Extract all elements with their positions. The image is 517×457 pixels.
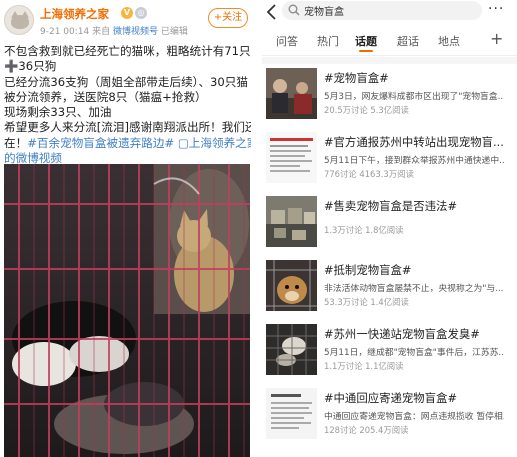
topic-desc: 5月3日，网友爆料成都市区出现了"宠物盲盒... [324, 92, 504, 102]
topic-desc: 5月11日下午，接到群众举报苏州中通快递中... [324, 156, 504, 166]
thumb-dog-image [266, 260, 317, 311]
author-name[interactable]: 上海领养之家 [40, 6, 109, 22]
topic-item[interactable]: #售卖宠物盲盒是否违法# 1.3万讨论 1.8亿阅读 [262, 192, 517, 256]
thumb-cages-image [266, 196, 317, 247]
verified-badge-icon: V [121, 7, 133, 19]
topic-thumbnail [266, 260, 317, 311]
more-options-icon[interactable]: ··· [488, 2, 504, 16]
topic-stats: 1.3万讨论 1.8亿阅读 [324, 225, 404, 235]
topic-title: #售卖宠物盲盒是否违法# [324, 199, 457, 213]
search-query: 宠物盲盒 [304, 7, 344, 18]
avatar-cat-face [11, 15, 29, 29]
hashtag-link[interactable]: #百余宠物盲盒被遗弃路边# [27, 136, 174, 150]
topic-stats: 128讨论 205.4万阅读 [324, 425, 409, 435]
tab-qa[interactable]: 问答 [276, 33, 298, 49]
topic-stats: 20.5万讨论 5.3亿阅读 [324, 105, 409, 115]
topic-thumbnail [266, 324, 317, 375]
medal-badge-icon: ◎ [135, 7, 147, 19]
divider [262, 57, 517, 64]
search-input[interactable]: 宠物盲盒 [282, 1, 482, 20]
post-video-thumbnail[interactable] [4, 164, 250, 457]
post-text-line: 不包含救到就已经死亡的猫咪，粗略统计有71只猫 [4, 44, 251, 58]
post-time: 9-21 00:14 [40, 27, 90, 37]
thumb-notice-image [266, 388, 317, 439]
topic-title: #抵制宠物盲盒# [324, 263, 412, 277]
topic-desc: 中通回应寄递宠物盲盒：网点违规揽收 暂停相... [324, 412, 504, 422]
thumb-crate-image [266, 324, 317, 375]
topic-thumbnail [266, 132, 317, 183]
follow-button[interactable]: +关注 [208, 8, 248, 28]
topic-title: #宠物盲盒# [324, 71, 389, 85]
back-arrow-icon[interactable] [264, 3, 280, 21]
post-source-prefix: 来自 [92, 27, 111, 37]
topic-desc: 5月11日，继成都"宠物盲盒"事件后，江苏苏... [324, 348, 504, 358]
post-body: 不包含救到就已经死亡的猫咪，粗略统计有71只猫 ➕36只狗 已经分流36支狗（周… [4, 44, 251, 166]
topic-thumbnail [266, 196, 317, 247]
topic-stats: 1.1万讨论 1.1亿阅读 [324, 361, 404, 371]
add-tab-icon[interactable]: + [490, 29, 503, 48]
tab-topics[interactable]: 话题 [355, 33, 377, 49]
thumb-people-image [266, 68, 317, 119]
topic-item[interactable]: #官方通报苏州中转站出现宠物盲... 5月11日下午，接到群众举报苏州中通快递中… [262, 128, 517, 192]
tab-places[interactable]: 地点 [438, 33, 460, 49]
topic-title: #苏州一快递站宠物盲盒发臭# [324, 327, 480, 341]
search-results-panel: 宠物盲盒 ··· 问答 热门 话题 超话 地点 + #宠物盲盒# 5月3日，网友… [262, 0, 517, 457]
video-link[interactable]: ▢上海领养之家 [174, 136, 251, 150]
search-bar: 宠物盲盒 ··· [262, 0, 517, 26]
topic-title: #官方通报苏州中转站出现宠物盲... [324, 135, 504, 149]
topic-thumbnail [266, 388, 317, 439]
post-meta: 9-21 00:14 来自 微博视频号 已编辑 [40, 24, 188, 37]
caged-cats-photo [4, 164, 250, 457]
active-tab-indicator [359, 50, 373, 52]
avatar[interactable] [4, 5, 34, 35]
post-source[interactable]: 微博视频号 [113, 27, 158, 37]
search-icon [288, 4, 300, 16]
topic-stats: 776讨论 4163.3万阅读 [324, 169, 414, 179]
topic-stats: 53.3万讨论 1.4亿阅读 [324, 297, 409, 307]
post-text-last: 在！ [4, 135, 28, 150]
topic-title: #中通回应寄递宠物盲盒# [324, 391, 457, 405]
topic-item[interactable]: #抵制宠物盲盒# 非法活体动物盲盒屡禁不止，央视称之为"与... 53.3万讨论… [262, 256, 517, 320]
topic-thumbnail [266, 68, 317, 119]
post-header: 上海领养之家 V ◎ 9-21 00:14 来自 微博视频号 已编辑 +关注 [0, 0, 255, 40]
post-text-line-links: 在！#百余宠物盲盒被遗弃路边# ▢上海领养之家 [4, 136, 251, 151]
topic-item[interactable]: #中通回应寄递宠物盲盒# 中通回应寄递宠物盲盒：网点违规揽收 暂停相... 12… [262, 384, 517, 448]
topic-desc: 非法活体动物盲盒屡禁不止，央视称之为"与... [324, 284, 504, 294]
thumb-document-image [266, 132, 317, 183]
post-text-line: 希望更多人来分流[流泪]感谢南翔派出所！我们还 [4, 120, 251, 135]
topic-item[interactable]: #苏州一快递站宠物盲盒发臭# 5月11日，继成都"宠物盲盒"事件后，江苏苏...… [262, 320, 517, 384]
topic-item[interactable]: #宠物盲盒# 5月3日，网友爆料成都市区出现了"宠物盲盒... 20.5万讨论 … [262, 64, 517, 128]
tab-super-topics[interactable]: 超话 [397, 33, 419, 49]
post-text-line: 已经分流36支狗（周姐全部带走后续）、30只猫 [4, 74, 248, 89]
tab-hot[interactable]: 热门 [317, 33, 339, 49]
weibo-post-panel: 上海领养之家 V ◎ 9-21 00:14 来自 微博视频号 已编辑 +关注 不… [0, 0, 255, 457]
post-text-line: 被分流领养，送医院8只（猫瘟+抢救） [4, 89, 207, 104]
search-tabs: 问答 热门 话题 超话 地点 + [262, 26, 517, 56]
post-text-line: 现场剩余33只、加油 [4, 105, 112, 120]
post-text-line: ➕36只狗 [4, 59, 57, 74]
post-edited: 已编辑 [160, 27, 188, 37]
